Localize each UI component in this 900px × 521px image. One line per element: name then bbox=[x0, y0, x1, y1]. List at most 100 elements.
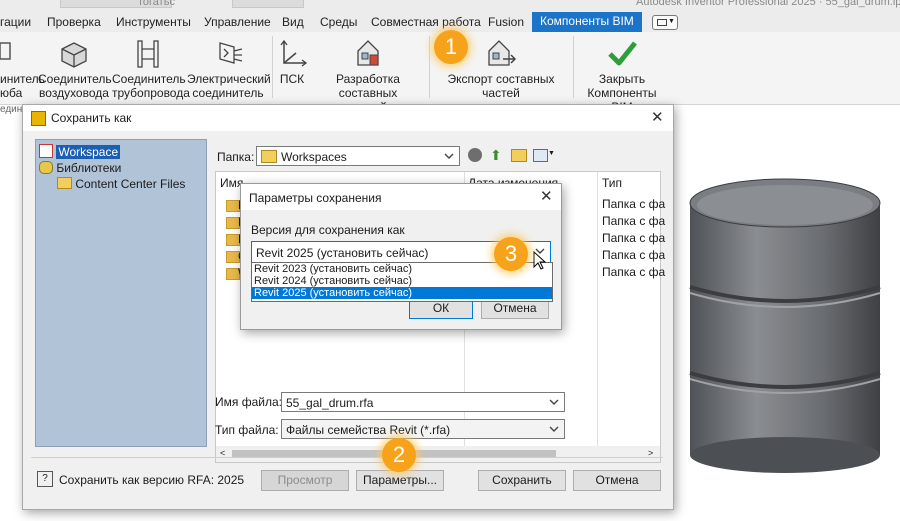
inventor-app-icon bbox=[31, 111, 46, 126]
pipe-connector-button[interactable]: Соединитель трубопровода bbox=[112, 37, 190, 100]
title-fragment-right: Autodesk Inventor Professional 2025 · 55… bbox=[636, 0, 900, 8]
callout-badge-3: 3 bbox=[494, 237, 528, 271]
checkmark-icon bbox=[608, 41, 637, 66]
callout-badge-2: 2 bbox=[382, 438, 416, 472]
tab-navigation[interactable]: гации bbox=[0, 15, 31, 29]
folder-icon bbox=[261, 150, 277, 163]
export-label: Экспорт составных частей bbox=[447, 72, 555, 100]
place-workspace[interactable]: Workspace bbox=[39, 144, 121, 159]
ribbon-tab-bar: тогатьс Autodesk Inventor Professional 2… bbox=[0, 0, 900, 32]
tab-manage[interactable]: Управление bbox=[204, 15, 271, 29]
divider bbox=[31, 457, 663, 458]
connector-icon bbox=[0, 42, 11, 60]
window-icon bbox=[657, 19, 667, 26]
up-folder-icon[interactable]: ⬆ bbox=[490, 147, 502, 164]
chevron-down-icon: ▼ bbox=[668, 18, 675, 25]
tab-fusion[interactable]: Fusion bbox=[488, 15, 524, 29]
dialog-title: Параметры сохранения bbox=[249, 191, 382, 205]
pipe-label-l2: трубопровода bbox=[112, 86, 190, 100]
ucs-button[interactable]: ПСК bbox=[276, 37, 308, 86]
file-row-type: Папка с фа bbox=[602, 248, 666, 262]
tab-bim-components[interactable]: Компоненты BIM bbox=[532, 12, 642, 32]
chevron-down-icon bbox=[549, 426, 559, 432]
ribbon-separator bbox=[573, 36, 574, 98]
file-row-type: Папка с фа bbox=[602, 214, 666, 228]
authoring-label-l1: Разработка составных bbox=[336, 72, 400, 100]
filetype-value: Файлы семейства Revit (*.rfa) bbox=[286, 423, 451, 437]
place-label: Content Center Files bbox=[75, 177, 186, 191]
folder-label: Папка: bbox=[217, 150, 255, 164]
rfa-version-text: Сохранить как версию RFA: 2025 bbox=[59, 473, 245, 487]
save-button[interactable]: Сохранить bbox=[478, 470, 566, 491]
air-duct-label-l1: Соединитель bbox=[38, 72, 112, 86]
horizontal-scrollbar[interactable]: < > bbox=[216, 446, 660, 462]
title-fragment-left: тогатьс bbox=[138, 0, 175, 8]
air-duct-connector-button[interactable]: Соединитель воздуховода bbox=[38, 37, 112, 100]
version-option-selected[interactable]: Revit 2025 (установить сейчас) bbox=[252, 287, 552, 299]
ribbon-separator bbox=[272, 36, 273, 98]
export-components-icon bbox=[488, 40, 517, 66]
electrical-connector-button[interactable]: Электрический соединитель bbox=[187, 37, 271, 100]
folder-combo[interactable]: Workspaces bbox=[256, 146, 460, 166]
filename-input[interactable]: 55_gal_drum.rfa bbox=[281, 392, 565, 412]
back-icon[interactable] bbox=[468, 148, 482, 162]
place-libraries[interactable]: Библиотеки bbox=[39, 161, 121, 175]
dialog-title: Сохранить как bbox=[51, 111, 132, 125]
file-row-type: Папка с фа bbox=[602, 265, 666, 279]
filetype-label: Тип файла: bbox=[215, 423, 279, 437]
version-option[interactable]: Revit 2024 (установить сейчас) bbox=[252, 275, 552, 287]
pipe-label-l1: Соединитель bbox=[112, 72, 186, 86]
tab-environments[interactable]: Среды bbox=[320, 15, 357, 29]
place-content-center[interactable]: Content Center Files bbox=[57, 177, 185, 191]
place-label: Workspace bbox=[56, 145, 121, 159]
column-type[interactable]: Тип bbox=[602, 176, 622, 190]
view-menu-icon[interactable] bbox=[533, 149, 548, 162]
component-authoring-button[interactable]: Разработка составных частей bbox=[310, 37, 426, 114]
workspace-icon bbox=[39, 144, 53, 158]
electrical-connector-icon bbox=[219, 42, 243, 64]
ucs-label: ПСК bbox=[279, 72, 305, 86]
electrical-label-l1: Электрический bbox=[187, 72, 271, 86]
callout-badge-1: 1 bbox=[434, 30, 468, 64]
parameters-button[interactable]: Параметры... bbox=[356, 470, 444, 491]
folder-icon bbox=[57, 177, 72, 189]
component-authoring-icon bbox=[357, 40, 379, 66]
connector-button-cut[interactable]: инитель юба bbox=[0, 37, 45, 100]
cursor-icon bbox=[533, 251, 547, 270]
ucs-icon bbox=[280, 39, 308, 67]
view-menu-toggle[interactable]: ▼ bbox=[652, 15, 678, 30]
chevron-down-icon: ▼ bbox=[548, 150, 555, 157]
filetype-select[interactable]: Файлы семейства Revit (*.rfa) bbox=[281, 419, 565, 439]
filename-label: Имя файла: bbox=[215, 395, 282, 409]
tab-tools[interactable]: Инструменты bbox=[116, 15, 191, 29]
chevron-down-icon bbox=[444, 153, 454, 159]
tab-view[interactable]: Вид bbox=[282, 15, 304, 29]
air-duct-connector-icon bbox=[61, 42, 87, 68]
document-tab-fragment[interactable] bbox=[232, 0, 304, 8]
tab-collaborate[interactable]: Совместная работа bbox=[371, 15, 481, 29]
new-folder-icon[interactable] bbox=[511, 149, 527, 162]
column-divider bbox=[597, 172, 598, 446]
dialog-title-bar: Параметры сохранения ✕ bbox=[241, 184, 561, 210]
close-icon[interactable]: ✕ bbox=[651, 108, 664, 126]
tab-inspect[interactable]: Проверка bbox=[47, 15, 101, 29]
drum-model bbox=[689, 178, 881, 473]
panel-title-fragment: един bbox=[0, 104, 23, 115]
close-label-l1: Закрыть bbox=[598, 72, 646, 86]
close-icon[interactable]: ✕ bbox=[540, 187, 553, 205]
file-row-type: Папка с фа bbox=[602, 231, 666, 245]
preview-button[interactable]: Просмотр bbox=[261, 470, 349, 491]
pipe-connector-icon bbox=[137, 40, 159, 68]
filename-value: 55_gal_drum.rfa bbox=[286, 396, 374, 410]
help-icon[interactable]: ? bbox=[37, 471, 53, 487]
place-label: Библиотеки bbox=[56, 161, 122, 175]
ribbon-separator bbox=[429, 36, 430, 98]
folder-value: Workspaces bbox=[281, 150, 347, 164]
connector-label-l2: юба bbox=[0, 86, 23, 100]
dialog-title-bar: Сохранить как ✕ bbox=[23, 105, 673, 131]
cancel-button[interactable]: Отмена bbox=[573, 470, 661, 491]
places-panel: Workspace Библиотеки Content Center File… bbox=[35, 139, 207, 447]
file-row-type: Папка с фа bbox=[602, 197, 666, 211]
chevron-down-icon bbox=[549, 399, 559, 405]
close-bim-components-button[interactable]: Закрыть Компоненты BIM bbox=[576, 37, 668, 114]
